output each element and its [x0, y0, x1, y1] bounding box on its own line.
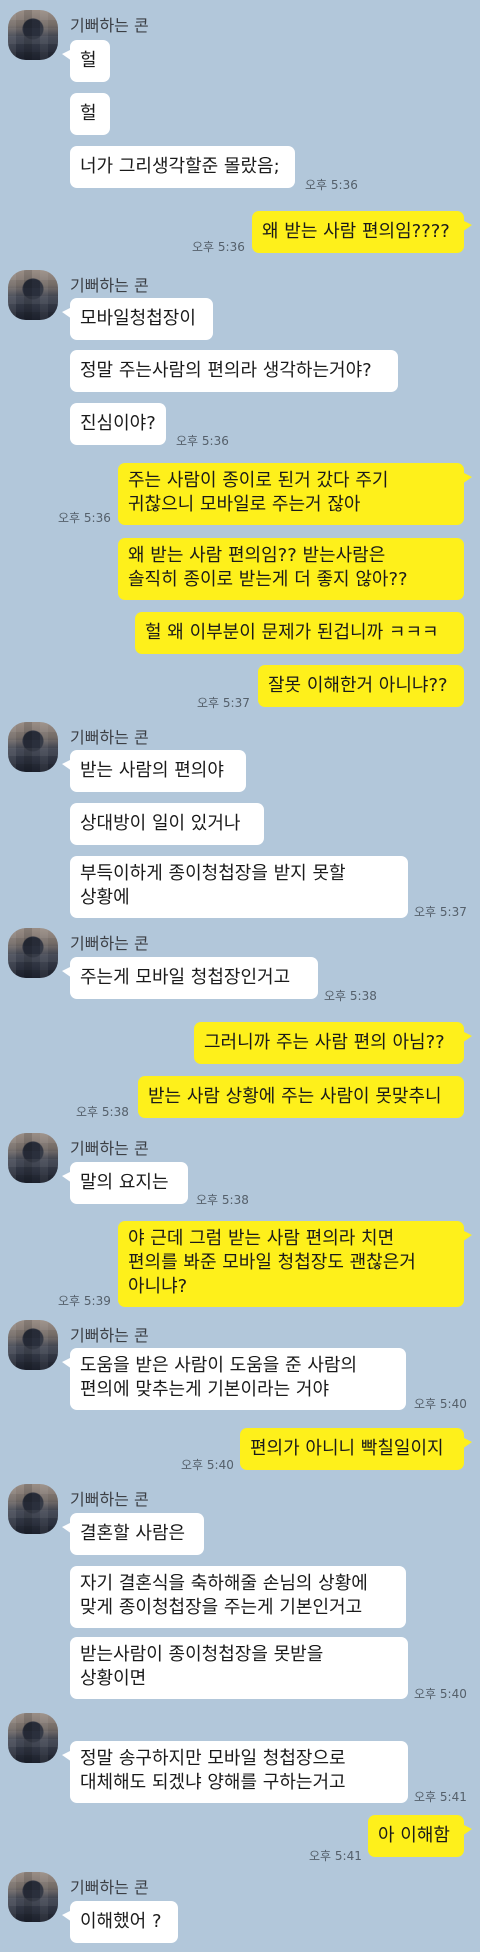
message-text: 너가 그리생각할준 몰랐음; [80, 156, 280, 177]
message-bubble-outgoing[interactable]: 그러니까 주는 사람 편의 아님?? [194, 1022, 472, 1064]
message-time: 오후 5:40 [414, 1397, 467, 1411]
avatar[interactable] [8, 1713, 58, 1763]
message-text: 그러니까 주는 사람 편의 아님?? [204, 1032, 445, 1053]
avatar[interactable] [8, 270, 58, 320]
message-line: 도움을 받은 사람이 도움을 준 사람의 [80, 1355, 358, 1376]
avatar[interactable] [8, 1320, 58, 1370]
message-text: 잘못 이해한거 아니냐?? [268, 675, 448, 696]
message-time: 오후 5:41 [309, 1849, 362, 1863]
message-text: 받는 사람의 편의야 [80, 760, 224, 781]
message-text: 이해했어 ? [80, 1911, 162, 1932]
avatar[interactable] [8, 1484, 58, 1534]
message-bubble-incoming[interactable]: 받는 사람의 편의야 [62, 750, 246, 792]
message-bubble-outgoing[interactable]: 헐 왜 이부분이 문제가 된겁니까 ㅋㅋㅋ [135, 612, 464, 654]
message-line: 솔직히 종이로 받는게 더 좋지 않아?? [128, 569, 408, 590]
message-bubble-incoming[interactable]: 받는사람이 종이청첩장을 못받을 상황이면 [70, 1637, 408, 1699]
message-time: 오후 5:39 [58, 1294, 111, 1308]
message-line: 상황에 [80, 887, 130, 908]
message-line: 편의를 봐준 모바일 청첩장도 괜찮은거 [128, 1252, 416, 1273]
message-time: 오후 5:37 [197, 696, 250, 710]
message-line: 상황이면 [80, 1668, 147, 1689]
message-bubble-outgoing[interactable]: 주는 사람이 종이로 된거 갔다 주기 귀찮으니 모바일로 주는거 잖아 [118, 463, 472, 525]
message-time: 오후 5:36 [176, 434, 229, 448]
message-bubble-outgoing[interactable]: 잘못 이해한거 아니냐?? [258, 665, 464, 707]
message-text: 결혼할 사람은 [80, 1523, 186, 1544]
message-text: 모바일청첩장이 [80, 308, 196, 329]
message-line: 편의에 맞추는게 기본이라는 거야 [80, 1379, 330, 1400]
message-text: 진심이야? [80, 413, 156, 434]
sender-name: 기뻐하는 콘 [70, 1326, 149, 1345]
sender-name: 기뻐하는 콘 [70, 16, 149, 35]
message-text: 아 이해함 [378, 1825, 450, 1846]
message-bubble-incoming[interactable]: 도움을 받은 사람이 도움을 준 사람의 편의에 맞추는게 기본이라는 거야 [62, 1348, 406, 1410]
message-bubble-incoming[interactable]: 이해했어 ? [62, 1901, 178, 1943]
message-text: 왜 받는 사람 편의임???? [262, 221, 450, 242]
message-line: 귀찮으니 모바일로 주는거 잖아 [128, 494, 361, 515]
avatar[interactable] [8, 1872, 58, 1922]
sender-name: 기뻐하는 콘 [70, 934, 149, 953]
message-time: 오후 5:41 [414, 1790, 467, 1804]
avatar[interactable] [8, 1133, 58, 1183]
message-time: 오후 5:36 [305, 178, 358, 192]
message-line: 받는사람이 종이청첩장을 못받을 [80, 1644, 324, 1665]
message-time: 오후 5:38 [196, 1193, 249, 1207]
message-bubble-incoming[interactable]: 정말 주는사람의 편의라 생각하는거야? [70, 350, 398, 392]
message-line: 정말 송구하지만 모바일 청첩장으로 [80, 1748, 346, 1769]
message-bubble-outgoing[interactable]: 왜 받는 사람 편의임???? [252, 211, 472, 253]
message-bubble-incoming[interactable]: 너가 그리생각할준 몰랐음; [70, 146, 295, 188]
message-bubble-incoming[interactable]: 결혼할 사람은 [62, 1513, 204, 1555]
message-text: 상대방이 일이 있거나 [80, 813, 241, 834]
message-time: 오후 5:38 [76, 1105, 129, 1119]
message-line: 대체해도 되겠냐 양해를 구하는거고 [80, 1772, 346, 1793]
avatar[interactable] [8, 722, 58, 772]
message-time: 오후 5:40 [181, 1458, 234, 1472]
message-time: 오후 5:36 [192, 240, 245, 254]
message-text: 편의가 아니니 빡칠일이지 [250, 1438, 444, 1459]
message-bubble-outgoing[interactable]: 받는 사람 상황에 주는 사람이 못맞추니 [138, 1076, 464, 1118]
message-time: 오후 5:37 [414, 905, 467, 919]
message-bubble-incoming[interactable]: 상대방이 일이 있거나 [70, 803, 264, 845]
avatar[interactable] [8, 928, 58, 978]
message-text: 받는 사람 상황에 주는 사람이 못맞추니 [148, 1086, 442, 1107]
message-bubble-outgoing[interactable]: 왜 받는 사람 편의임?? 받는사람은 솔직히 종이로 받는게 더 좋지 않아?… [118, 538, 464, 600]
message-line: 야 근데 그럼 받는 사람 편의라 치면 [128, 1228, 395, 1249]
sender-name: 기뻐하는 콘 [70, 1878, 149, 1897]
message-line: 부득이하게 종이청첩장을 받지 못할 [80, 863, 346, 884]
message-bubble-outgoing[interactable]: 아 이해함 [368, 1815, 472, 1857]
message-time: 오후 5:36 [58, 511, 111, 525]
message-line: 왜 받는 사람 편의임?? 받는사람은 [128, 545, 386, 566]
message-bubble-incoming[interactable]: 부득이하게 종이청첩장을 받지 못할 상황에 [70, 856, 408, 918]
message-bubble-incoming[interactable]: 주는게 모바일 청첩장인거고 [62, 957, 318, 999]
sender-name: 기뻐하는 콘 [70, 728, 149, 747]
message-text: 헐 [80, 103, 97, 124]
message-bubble-incoming[interactable]: 진심이야? [70, 403, 166, 445]
message-text: 헐 왜 이부분이 문제가 된겁니까 ㅋㅋㅋ [145, 622, 439, 643]
message-line: 아니냐? [128, 1276, 188, 1297]
message-bubble-incoming[interactable]: 헐 [70, 93, 110, 135]
message-time: 오후 5:38 [324, 989, 377, 1003]
message-bubble-incoming[interactable]: 자기 결혼식을 축하해줄 손님의 상황에 맞게 종이청첩장을 주는게 기본인거고 [70, 1566, 406, 1628]
message-bubble-outgoing[interactable]: 야 근데 그럼 받는 사람 편의라 치면 편의를 봐준 모바일 청첩장도 괜찮은… [118, 1221, 472, 1307]
message-line: 자기 결혼식을 축하해줄 손님의 상황에 [80, 1573, 368, 1594]
message-bubble-incoming[interactable]: 정말 송구하지만 모바일 청첩장으로 대체해도 되겠냐 양해를 구하는거고 [62, 1741, 408, 1803]
message-text: 정말 주는사람의 편의라 생각하는거야? [80, 360, 372, 381]
message-bubble-incoming[interactable]: 모바일청첩장이 [62, 298, 213, 340]
message-line: 주는 사람이 종이로 된거 갔다 주기 [128, 470, 389, 491]
sender-name: 기뻐하는 콘 [70, 276, 149, 295]
message-bubble-outgoing[interactable]: 편의가 아니니 빡칠일이지 [240, 1428, 472, 1470]
message-text: 주는게 모바일 청첩장인거고 [80, 967, 291, 988]
sender-name: 기뻐하는 콘 [70, 1490, 149, 1509]
message-bubble-incoming[interactable]: 헐 [62, 40, 110, 82]
chat-view: 기뻐하는 콘 헐 헐 너가 그리생각할준 몰랐음; 오후 5:36 오후 5:3… [0, 0, 480, 1952]
message-bubble-incoming[interactable]: 말의 요지는 [62, 1162, 188, 1204]
message-time: 오후 5:40 [414, 1687, 467, 1701]
message-text: 말의 요지는 [80, 1172, 169, 1193]
message-text: 헐 [80, 50, 97, 71]
message-line: 맞게 종이청첩장을 주는게 기본인거고 [80, 1597, 363, 1618]
sender-name: 기뻐하는 콘 [70, 1139, 149, 1158]
avatar[interactable] [8, 10, 58, 60]
